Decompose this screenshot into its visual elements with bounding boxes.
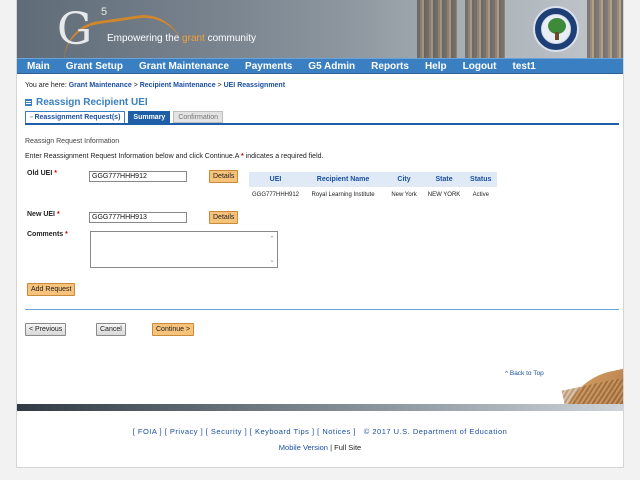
corner-graphic — [547, 360, 623, 406]
nav-grant-setup[interactable]: Grant Setup — [66, 61, 123, 72]
g5-logo-sup: 5 — [101, 6, 108, 18]
old-uei-details-button[interactable]: Details — [209, 170, 239, 183]
cell-uei: GGG777HHH912 — [249, 187, 303, 202]
col-uei: UEI — [249, 172, 303, 188]
comments-label: Comments * — [27, 231, 68, 238]
tab-summary[interactable]: Summary — [128, 111, 171, 123]
step-tabs: ▫ Reassignment Request(s) Summary Confir… — [25, 111, 226, 123]
nav-help[interactable]: Help — [425, 61, 447, 72]
title-icon — [25, 99, 32, 106]
main-nav: Main Grant Setup Grant Maintenance Payme… — [17, 58, 623, 74]
breadcrumb-grant-maintenance[interactable]: Grant Maintenance — [69, 82, 132, 89]
instructions: Enter Reassignment Request Information b… — [25, 153, 324, 160]
copyright: © 2017 U.S. Department of Education — [363, 427, 508, 436]
nav-logout[interactable]: Logout — [463, 61, 497, 72]
full-site-label: Full Site — [334, 443, 362, 452]
tab-underline — [25, 123, 619, 125]
tagline: Empowering the grant community — [107, 33, 256, 44]
breadcrumb: You are here: Grant Maintenance > Recipi… — [25, 82, 286, 89]
back-to-top-link[interactable]: ^ Back to Top — [505, 370, 544, 377]
page: G 5 Empowering the grant community Main … — [16, 0, 624, 468]
previous-button[interactable]: < Previous — [25, 323, 67, 336]
nav-user[interactable]: test1 — [513, 61, 536, 72]
cell-city: New York — [384, 187, 425, 202]
comments-scrollbar[interactable]: ⌃ ⌄ — [268, 233, 276, 266]
old-uei-input[interactable]: GGG777HHH912 — [89, 171, 187, 182]
footer-keyboard-tips[interactable]: [ Keyboard Tips ] — [250, 427, 315, 436]
footer-privacy[interactable]: [ Privacy ] — [165, 427, 203, 436]
table-header-row: UEI Recipient Name City State Status — [249, 172, 498, 188]
g5-logo: G — [57, 4, 92, 55]
nav-reports[interactable]: Reports — [371, 61, 409, 72]
mobile-version-link[interactable]: Mobile Version — [279, 443, 328, 452]
nav-grant-maintenance[interactable]: Grant Maintenance — [139, 61, 229, 72]
old-uei-label: Old UEI * — [27, 170, 57, 177]
footer-version-links: Mobile Version | Full Site — [278, 443, 362, 452]
table-row: GGG777HHH912 Royal Learning Institute Ne… — [249, 187, 498, 202]
tab-reassignment-requests[interactable]: ▫ Reassignment Request(s) — [25, 111, 126, 123]
department-seal-icon — [533, 6, 579, 52]
col-recipient-name: Recipient Name — [302, 172, 385, 188]
footer-links: [ FOIA ] [ Privacy ] [ Security ] [ Keyb… — [17, 427, 623, 436]
nav-g5-admin[interactable]: G5 Admin — [308, 61, 355, 72]
breadcrumb-recipient-maintenance[interactable]: Recipient Maintenance — [140, 82, 216, 89]
new-uei-input[interactable]: GGG777HHH913 — [89, 212, 187, 223]
site-banner: G 5 Empowering the grant community — [17, 0, 623, 58]
col-city: City — [384, 172, 425, 188]
col-status: Status — [464, 172, 498, 188]
footer-bar — [17, 404, 623, 411]
continue-button[interactable]: Continue > — [152, 323, 195, 336]
footer-security[interactable]: [ Security ] — [206, 427, 247, 436]
cell-state: NEW YORK — [424, 187, 465, 202]
tab-confirmation[interactable]: Confirmation — [173, 111, 223, 123]
cancel-button[interactable]: Cancel — [96, 323, 126, 336]
cell-status: Active — [464, 187, 498, 202]
scroll-down-icon[interactable]: ⌄ — [268, 256, 276, 264]
divider — [25, 309, 619, 310]
page-title: Reassign Recipient UEI — [25, 97, 148, 108]
footer-foia[interactable]: [ FOIA ] — [133, 427, 162, 436]
col-state: State — [424, 172, 465, 188]
breadcrumb-uei-reassignment[interactable]: UEI Reassignment — [224, 82, 285, 89]
footer-notices[interactable]: [ Notices ] — [317, 427, 356, 436]
add-request-button[interactable]: Add Request — [27, 283, 76, 296]
comments-textarea[interactable]: ⌃ ⌄ — [90, 231, 278, 268]
section-heading: Reassign Request Information — [25, 138, 120, 145]
new-uei-details-button[interactable]: Details — [209, 211, 239, 224]
new-uei-label: New UEI * — [27, 211, 60, 218]
scroll-up-icon[interactable]: ⌃ — [268, 235, 276, 243]
cell-recipient-name: Royal Learning Institute — [302, 187, 385, 202]
nav-payments[interactable]: Payments — [245, 61, 292, 72]
recipient-table: UEI Recipient Name City State Status GGG… — [249, 172, 498, 202]
nav-main[interactable]: Main — [27, 61, 50, 72]
